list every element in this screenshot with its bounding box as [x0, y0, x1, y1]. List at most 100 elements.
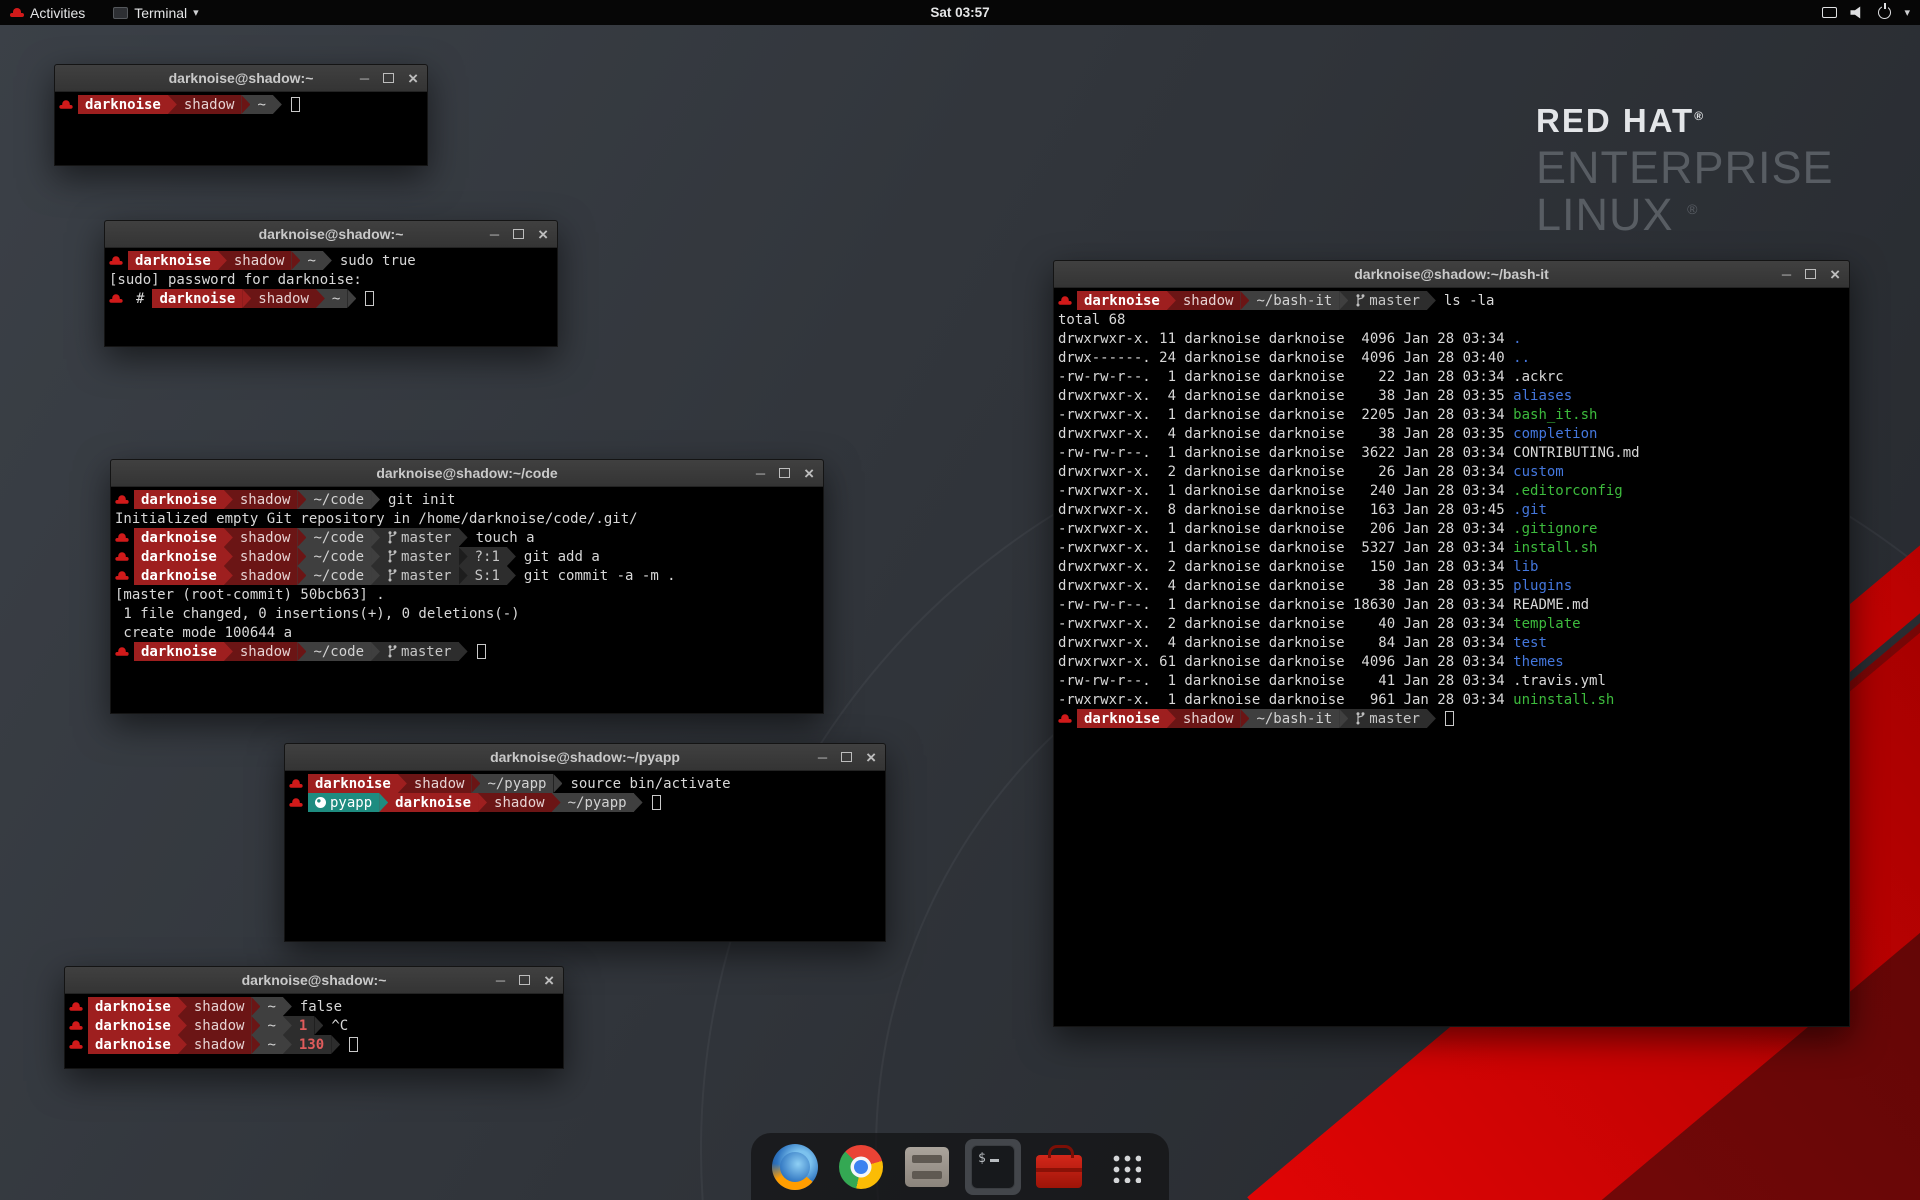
prompt-segment-user: darknoise [78, 95, 168, 114]
file-name: aliases [1513, 388, 1572, 404]
command-text: sudo true [332, 253, 424, 269]
git-branch-icon [1355, 711, 1365, 726]
dock-item-terminal[interactable]: $ [965, 1139, 1021, 1195]
close-button[interactable]: × [804, 465, 814, 482]
clock[interactable]: Sat 03:57 [930, 5, 989, 20]
dock-item-files[interactable] [899, 1139, 955, 1195]
maximize-button[interactable] [383, 73, 394, 83]
minimize-button[interactable]: ─ [360, 72, 369, 85]
terminal-body[interactable]: darknoiseshadow~sudo true[sudo] password… [105, 248, 557, 346]
terminal-cursor [349, 1037, 358, 1052]
window-titlebar[interactable]: darknoise@shadow:~ ─ × [105, 221, 557, 248]
window-title: darknoise@shadow:~ [169, 70, 314, 86]
activities-button[interactable]: Activities [0, 5, 85, 21]
close-button[interactable]: × [544, 972, 554, 989]
minimize-button[interactable]: ─ [490, 228, 499, 241]
dock-item-app-grid[interactable] [1097, 1139, 1153, 1195]
minimize-button[interactable]: ─ [496, 974, 505, 987]
prompt-segment-path: ~/code [306, 642, 371, 661]
close-button[interactable]: × [866, 749, 876, 766]
app-menu-label: Terminal [134, 5, 187, 21]
terminal-window: darknoise@shadow:~ ─ × darknoiseshadow~f… [64, 966, 564, 1069]
terminal-line: drwx------. 24 darknoise darknoise 4096 … [1058, 348, 1849, 367]
dock-item-software[interactable] [1031, 1139, 1087, 1195]
minimize-button[interactable]: ─ [756, 467, 765, 480]
window-titlebar[interactable]: darknoise@shadow:~/pyapp ─ × [285, 744, 885, 771]
redhat-icon [1058, 713, 1071, 724]
maximize-button[interactable] [519, 975, 530, 985]
close-button[interactable]: × [538, 226, 548, 243]
powerline-arrow-icon [224, 566, 233, 585]
powerline-arrow-icon [297, 642, 306, 661]
window-title: darknoise@shadow:~/bash-it [1354, 266, 1549, 282]
terminal-body[interactable]: darknoiseshadow~/codegit init Initialized… [111, 487, 823, 713]
window-titlebar[interactable]: darknoise@shadow:~/code ─ × [111, 460, 823, 487]
prompt-segment-git: master [1348, 709, 1427, 728]
terminal-text: [master (root-commit) 50bcb63] . [115, 587, 385, 603]
terminal-line: create mode 100644 a [115, 623, 823, 642]
terminal-text: Initialized empty Git repository in /hom… [115, 511, 638, 527]
command-text: # [128, 291, 152, 307]
powerline-arrow-icon [316, 289, 325, 308]
file-name: lib [1513, 559, 1538, 575]
powerline-arrow-icon [371, 566, 380, 585]
dock-item-chrome[interactable] [833, 1139, 889, 1195]
terminal-line: #darknoiseshadow~ [109, 289, 557, 308]
close-button[interactable]: × [408, 70, 418, 87]
maximize-button[interactable] [841, 752, 852, 762]
prompt-segment-host: shadow [1176, 291, 1241, 310]
powerline-arrow-icon [1167, 291, 1176, 310]
terminal-text: -rw-rw-r--. 1 darknoise darknoise 3622 J… [1058, 445, 1513, 461]
prompt-segment-path: ~/code [306, 566, 371, 585]
redhat-icon [115, 646, 128, 657]
window-title: darknoise@shadow:~/code [376, 465, 557, 481]
powerline-arrow-icon [1427, 709, 1436, 728]
close-button[interactable]: × [1830, 266, 1840, 283]
window-titlebar[interactable]: darknoise@shadow:~ ─ × [65, 967, 563, 994]
maximize-button[interactable] [513, 229, 524, 239]
terminal-line: drwxrwxr-x. 11 darknoise darknoise 4096 … [1058, 329, 1849, 348]
app-menu[interactable]: Terminal ▾ [113, 5, 198, 21]
git-branch-icon [387, 530, 397, 545]
terminal-line: darknoiseshadow~ [59, 95, 427, 114]
window-titlebar[interactable]: darknoise@shadow:~ ─ × [55, 65, 427, 92]
minimize-button[interactable]: ─ [818, 751, 827, 764]
powerline-arrow-icon [178, 1035, 187, 1054]
file-name: uninstall.sh [1513, 692, 1614, 708]
terminal-cursor [652, 795, 661, 810]
maximize-button[interactable] [779, 468, 790, 478]
terminal-body[interactable]: darknoiseshadow~ [55, 92, 427, 165]
terminal-line: pyappdarknoiseshadow~/pyapp [289, 793, 885, 812]
terminal-text: drwx------. 24 darknoise darknoise 4096 … [1058, 350, 1513, 366]
command-text: git init [380, 492, 463, 508]
terminal-line: darknoiseshadow~/codegit init [115, 490, 823, 509]
prompt-segment-user: darknoise [88, 997, 178, 1016]
maximize-button[interactable] [1805, 269, 1816, 279]
prompt-segment-path: ~ [260, 1035, 282, 1054]
powerline-arrow-icon [371, 528, 380, 547]
prompt-segment-host: shadow [407, 774, 472, 793]
terminal-body[interactable]: darknoiseshadow~/bash-itmasterls -latota… [1054, 288, 1849, 1026]
minimize-button[interactable]: ─ [1782, 268, 1791, 281]
toolbox-icon [1036, 1155, 1082, 1188]
powerline-arrow-icon [314, 1016, 323, 1035]
powerline-arrow-icon [224, 547, 233, 566]
file-name: README.md [1513, 597, 1589, 613]
terminal-body[interactable]: darknoiseshadow~/pyappsource bin/activat… [285, 771, 885, 941]
window-titlebar[interactable]: darknoise@shadow:~/bash-it ─ × [1054, 261, 1849, 288]
file-name: .gitignore [1513, 521, 1597, 537]
powerline-arrow-icon [297, 528, 306, 547]
dock-item-firefox[interactable] [767, 1139, 823, 1195]
dock: $ [751, 1133, 1169, 1200]
system-status-area[interactable]: ▾ [1822, 6, 1910, 19]
file-name: themes [1513, 654, 1564, 670]
powerline-arrow-icon [241, 95, 250, 114]
powerline-arrow-icon [459, 566, 468, 585]
prompt-segment-host: shadow [187, 1016, 252, 1035]
terminal-body[interactable]: darknoiseshadow~falsedarknoiseshadow~1^C… [65, 994, 563, 1068]
prompt-segment-path: ~ [260, 1016, 282, 1035]
terminal-line: drwxrwxr-x. 61 darknoise darknoise 4096 … [1058, 652, 1849, 671]
terminal-cursor [291, 97, 300, 112]
terminal-text: drwxrwxr-x. 4 darknoise darknoise 38 Jan… [1058, 426, 1513, 442]
dollar-prompt: $ [978, 1151, 986, 1166]
